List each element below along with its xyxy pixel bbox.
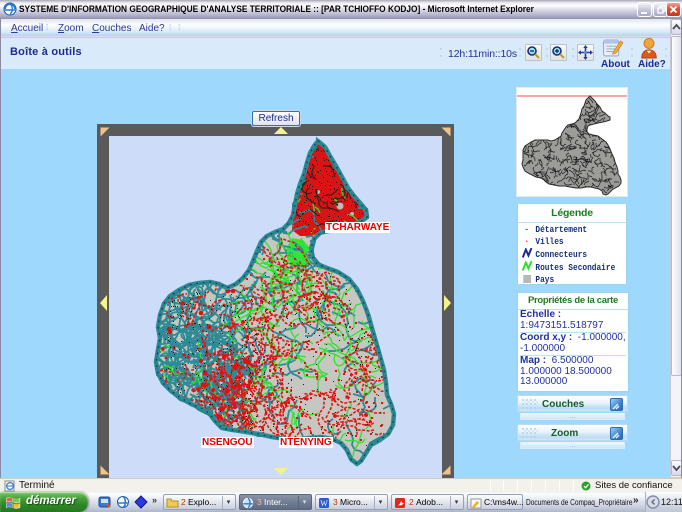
- svg-text:W: W: [320, 499, 328, 508]
